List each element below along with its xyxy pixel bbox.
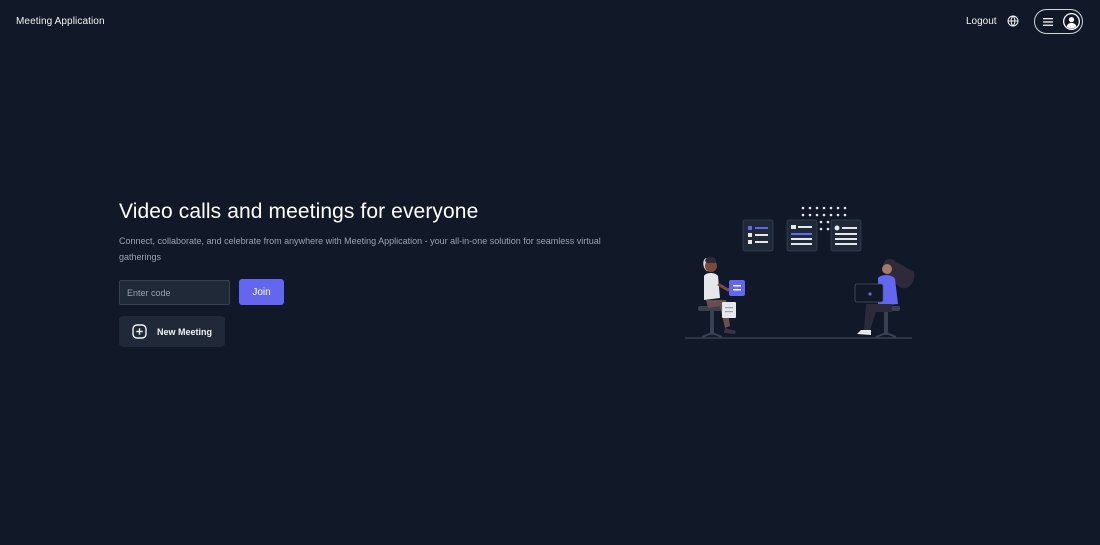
hero-title: Video calls and meetings for everyone [119,200,479,223]
join-button[interactable]: Join [239,279,284,305]
globe-icon[interactable] [1007,15,1019,27]
report-card-icon [830,219,862,252]
user-avatar-icon [1063,13,1080,30]
person-with-laptop [854,259,915,338]
hero-section: Video calls and meetings for everyone Co… [119,199,659,265]
new-meeting-button[interactable]: New Meeting [119,316,225,347]
top-navbar: Meeting Application Logout [0,0,1100,44]
new-meeting-label: New Meeting [157,327,213,337]
video-meeting-illustration [685,206,915,339]
person-with-document [698,256,745,338]
logout-link[interactable]: Logout [966,16,997,27]
plus-square-icon [132,324,147,339]
meeting-code-input[interactable] [119,280,230,305]
hero-subtitle: Connect, collaborate, and celebrate from… [119,236,601,262]
user-menu-button[interactable] [1034,9,1083,34]
app-brand[interactable]: Meeting Application [16,16,105,27]
hamburger-menu-icon [1043,18,1053,26]
checklist-card-icon [742,219,774,252]
document-card-icon [786,219,818,252]
